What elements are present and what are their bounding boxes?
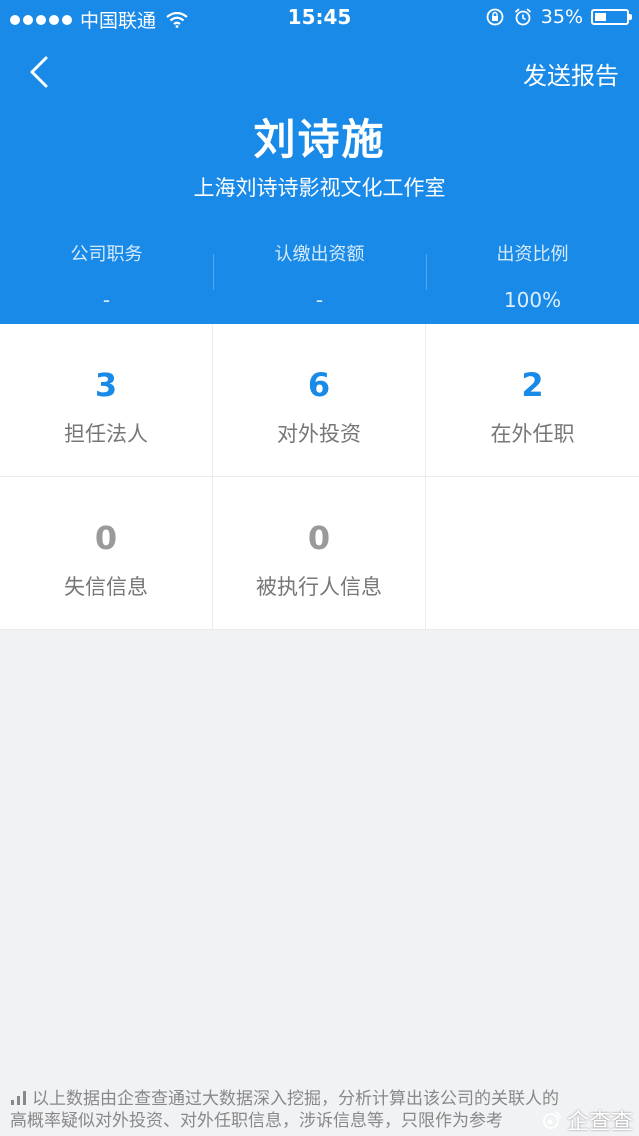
- alarm-icon: [514, 8, 531, 26]
- stat-count: 0: [307, 519, 331, 557]
- empty-cell: [426, 477, 639, 630]
- info-row: 公司职务 - 认缴出资额 - 出资比例 100%: [0, 228, 639, 318]
- stat-legal-rep[interactable]: 3 担任法人: [0, 324, 213, 477]
- stat-label: 对外投资: [277, 422, 361, 446]
- info-position: 公司职务 -: [0, 228, 213, 318]
- stat-count: 3: [94, 366, 118, 404]
- info-value: -: [315, 288, 324, 312]
- person-name: 刘诗施: [253, 115, 386, 164]
- stat-investments[interactable]: 6 对外投资: [213, 324, 426, 477]
- stat-dishonest-info[interactable]: 0 失信信息: [0, 477, 213, 630]
- back-arrow-icon[interactable]: [24, 52, 60, 92]
- stats-grid: 3 担任法人 6 对外投资 2 在外任职 0 失信信息 0 被执行人信息: [0, 324, 639, 630]
- weibo-logo-icon: [543, 1111, 561, 1129]
- disclaimer-line-2: 高概率疑似对外投资、对外任职信息，涉诉信息等，只限作为参考: [10, 1111, 503, 1131]
- info-value: 100%: [503, 288, 562, 312]
- disclaimer-line-1: 以上数据由企查查通过大数据深入挖掘，分析计算出该公司的关联人的: [32, 1089, 559, 1109]
- stat-count: 6: [307, 366, 331, 404]
- person-header: 中国联通 15:45 35% 发送报告 刘诗施 上海刘诗诗影视文化工作室 公司职…: [0, 0, 639, 324]
- stat-executed-person-info[interactable]: 0 被执行人信息: [213, 477, 426, 630]
- status-bar: 中国联通 15:45 35%: [0, 0, 639, 36]
- orientation-lock-icon: [486, 8, 504, 26]
- info-label: 认缴出资额: [274, 244, 365, 265]
- info-label: 公司职务: [70, 244, 143, 265]
- send-report-button[interactable]: 发送报告: [523, 56, 619, 91]
- battery-icon: [591, 9, 632, 25]
- watermark-text: 企查查: [566, 1110, 633, 1135]
- stat-count: 0: [94, 519, 118, 557]
- bar-chart-icon: [11, 1091, 26, 1105]
- info-label: 出资比例: [496, 244, 569, 265]
- stat-external-positions[interactable]: 2 在外任职: [426, 324, 639, 477]
- info-value: -: [102, 288, 111, 312]
- stat-label: 在外任职: [490, 422, 575, 446]
- battery-percent: 35%: [540, 6, 583, 28]
- stat-label: 被执行人信息: [256, 575, 382, 599]
- info-share-ratio: 出资比例 100%: [426, 228, 639, 318]
- stat-count: 2: [521, 366, 544, 404]
- stat-label: 失信信息: [64, 575, 148, 599]
- info-subscribed-capital: 认缴出资额 -: [213, 228, 426, 318]
- company-name[interactable]: 上海刘诗诗影视文化工作室: [0, 172, 639, 202]
- watermark: 企查查: [541, 1104, 633, 1136]
- stat-label: 担任法人: [64, 422, 148, 446]
